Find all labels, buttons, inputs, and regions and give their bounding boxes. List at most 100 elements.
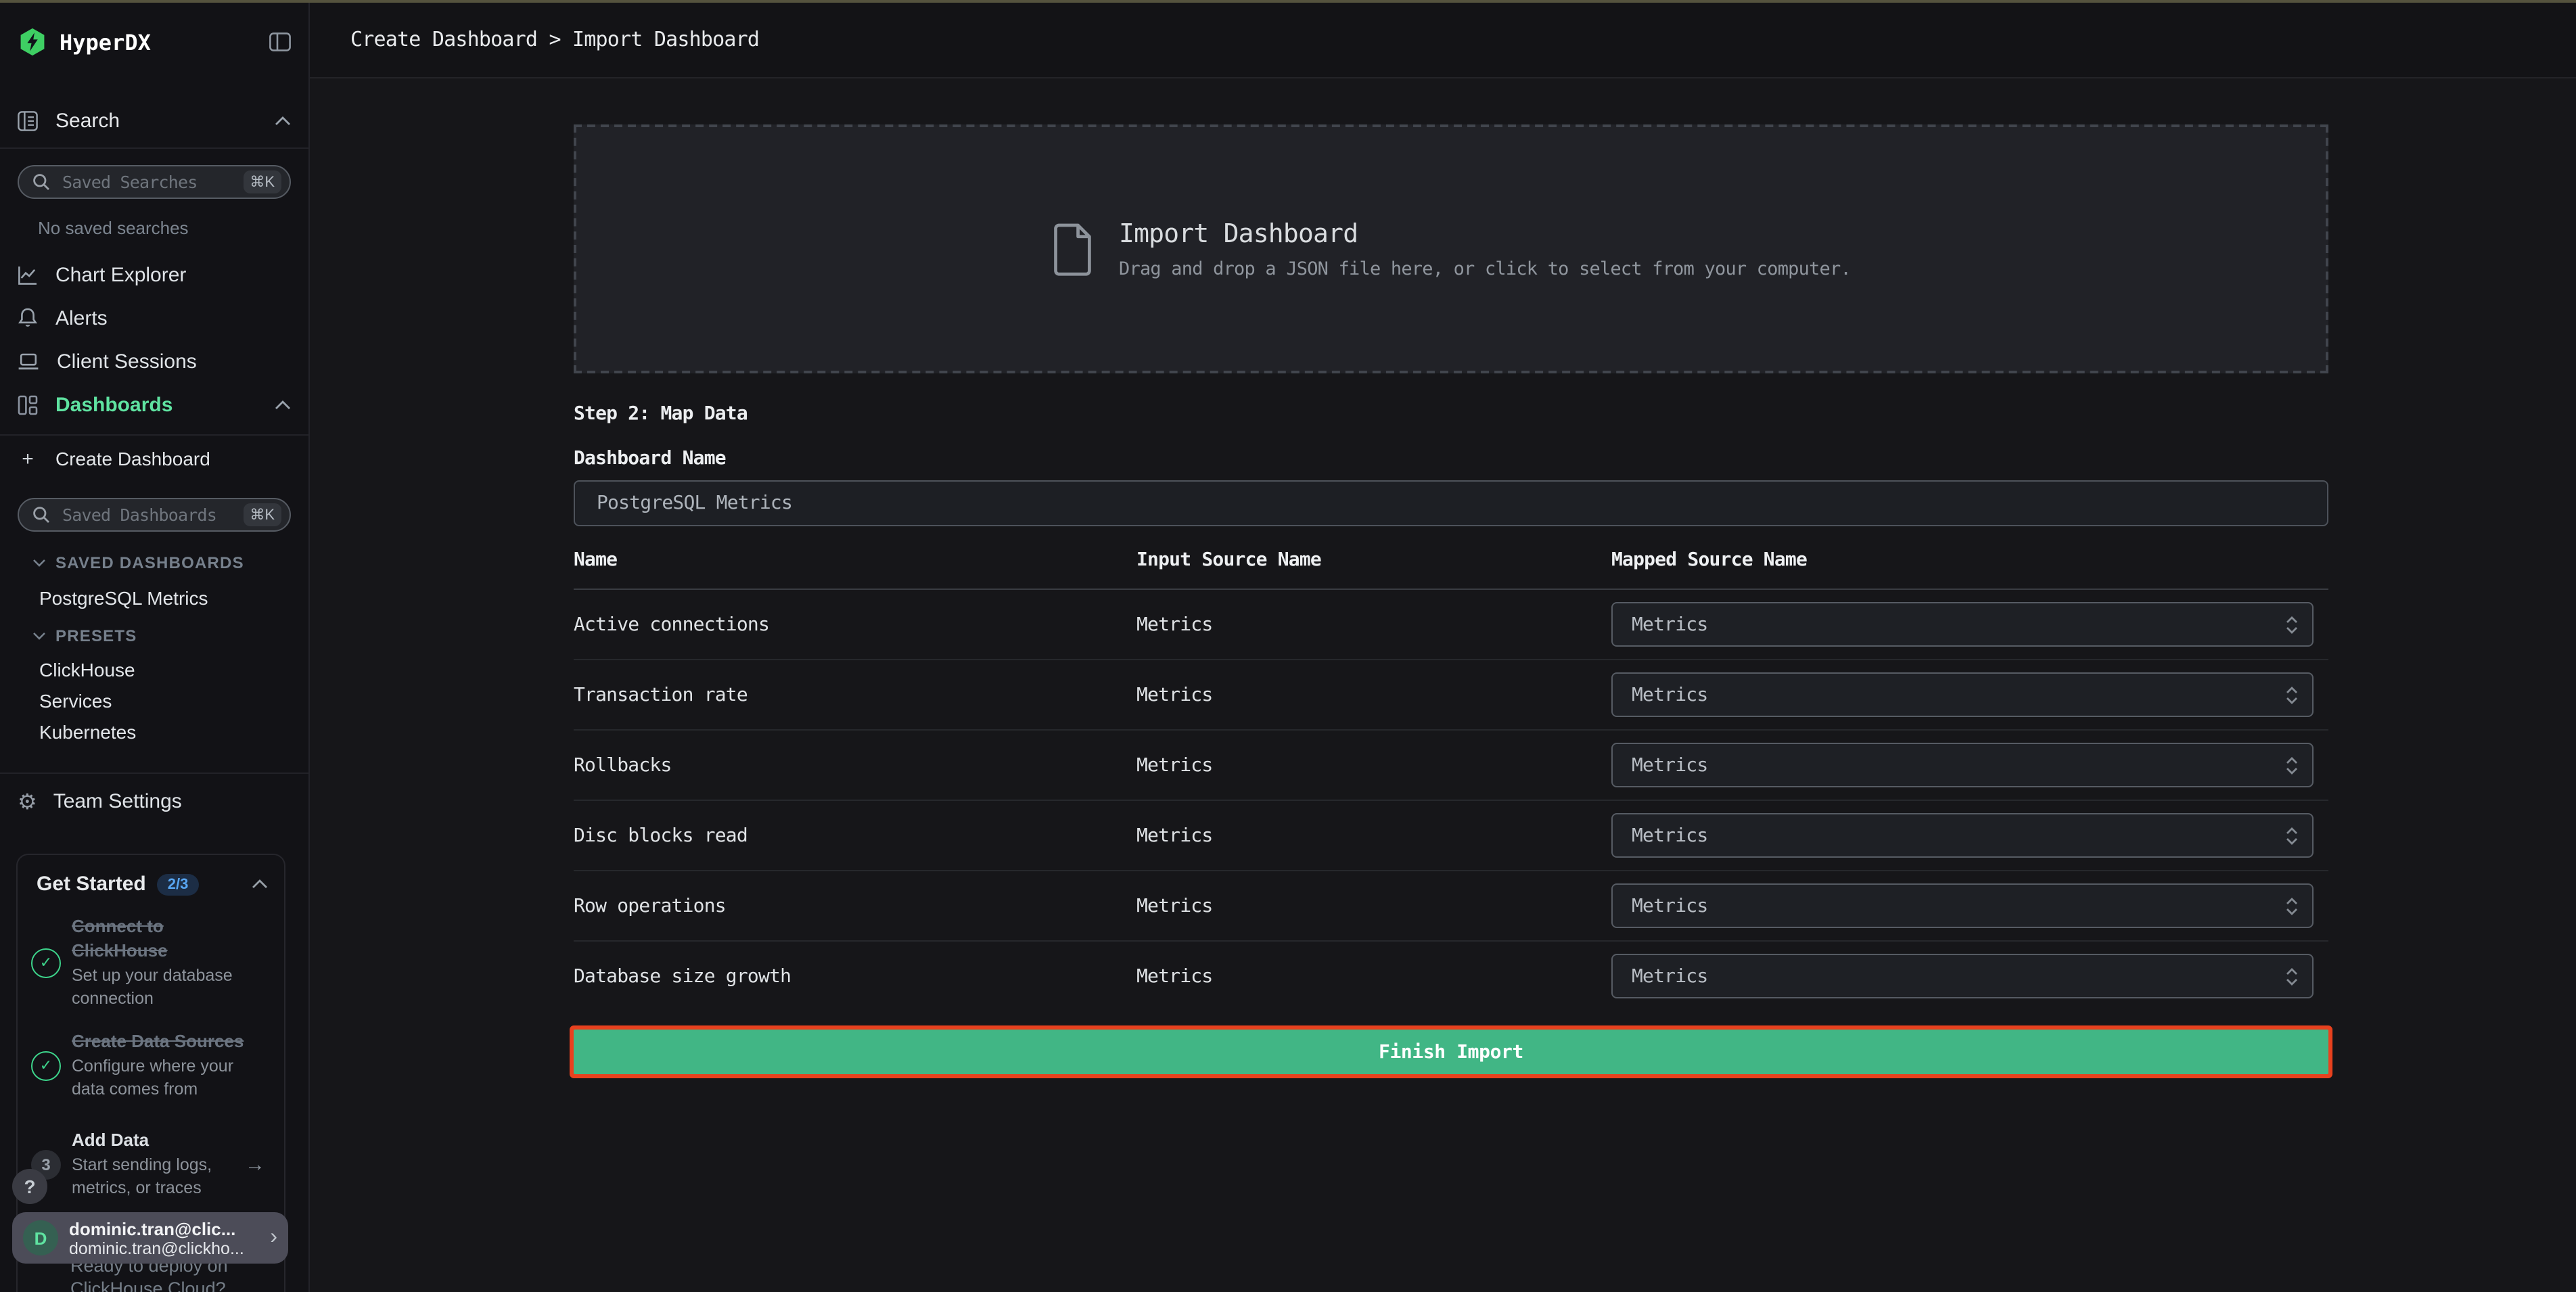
- step-description: Set up your database connection: [72, 965, 258, 1011]
- topbar: Create Dashboard > Import Dashboard: [308, 0, 2576, 78]
- table-header: Name Input Source Name Mapped Source Nam…: [574, 549, 2328, 590]
- step-description: Start sending logs, metrics, or traces: [72, 1154, 258, 1200]
- import-dashboard-content: Import Dashboard Drag and drop a JSON fi…: [574, 124, 2328, 1074]
- preset-item-kubernetes[interactable]: Kubernetes: [39, 720, 308, 744]
- json-dropzone[interactable]: Import Dashboard Drag and drop a JSON fi…: [574, 124, 2328, 373]
- shortcut-badge: ⌘K: [243, 503, 281, 526]
- get-started-step-data-sources[interactable]: ✓ Create Data Sources Configure where yo…: [31, 1030, 271, 1101]
- dropzone-subtitle: Drag and drop a JSON file here, or click…: [1119, 258, 1851, 279]
- finish-import-button[interactable]: Finish Import: [574, 1030, 2328, 1074]
- gear-icon: ⚙: [18, 791, 37, 812]
- select-chevrons-icon: [2285, 826, 2299, 845]
- dashboard-name-label: Dashboard Name: [574, 448, 2328, 469]
- saved-searches-searchbox[interactable]: ⌘K: [18, 165, 291, 199]
- selected-value: Metrics: [1632, 684, 2285, 706]
- chevron-up-icon: [275, 116, 291, 126]
- row-name: Disc blocks read: [574, 825, 1136, 846]
- row-input-source: Metrics: [1136, 754, 1611, 776]
- row-input-source: Metrics: [1136, 614, 1611, 635]
- select-chevrons-icon: [2285, 896, 2299, 915]
- saved-dashboards-searchbox[interactable]: ⌘K: [18, 498, 291, 532]
- preset-item-clickhouse[interactable]: ClickHouse: [39, 657, 308, 682]
- search-icon: [32, 173, 50, 191]
- check-circle-icon: ✓: [31, 948, 61, 977]
- breadcrumb: Create Dashboard > Import Dashboard: [350, 26, 759, 51]
- logo-row: HyperDX: [0, 0, 308, 84]
- mapped-source-select[interactable]: Metrics: [1611, 813, 2314, 858]
- mapped-source-select[interactable]: Metrics: [1611, 602, 2314, 647]
- preset-label: Kubernetes: [39, 721, 136, 743]
- step-title: Add Data: [72, 1130, 149, 1150]
- window-top-edge: [0, 0, 2576, 3]
- search-section-label: Search: [55, 110, 275, 133]
- step-title: Create Data Sources: [72, 1031, 244, 1051]
- step-2-label: Step 2: Map Data: [574, 403, 2328, 425]
- mapped-source-select[interactable]: Metrics: [1611, 743, 2314, 787]
- row-name: Rollbacks: [574, 754, 1136, 776]
- step-title: Connect to ClickHouse: [72, 916, 168, 961]
- bell-icon: [18, 307, 38, 329]
- row-input-source: Metrics: [1136, 895, 1611, 917]
- row-name: Database size growth: [574, 965, 1136, 987]
- sidebar-item-label: Dashboards: [55, 393, 275, 416]
- sidebar-section-search[interactable]: Search: [0, 95, 308, 149]
- create-dashboard-label: Create Dashboard: [55, 448, 210, 469]
- saved-searches-input[interactable]: [60, 170, 243, 193]
- team-settings-button[interactable]: ⚙ Team Settings: [0, 772, 308, 829]
- chevron-right-icon: ›: [270, 1226, 277, 1250]
- column-header-input-source: Input Source Name: [1136, 549, 1611, 571]
- file-icon: [1051, 221, 1097, 277]
- create-dashboard-button[interactable]: + Create Dashboard: [0, 436, 308, 482]
- row-input-source: Metrics: [1136, 825, 1611, 846]
- breadcrumb-create-dashboard[interactable]: Create Dashboard: [350, 26, 537, 51]
- hyperdx-logo-icon: [18, 27, 47, 57]
- avatar: D: [23, 1220, 58, 1255]
- get-started-header[interactable]: Get Started 2/3: [18, 855, 284, 896]
- mapped-source-select[interactable]: Metrics: [1611, 954, 2314, 998]
- user-email: dominic.tran@clickho...: [69, 1239, 264, 1258]
- row-name: Transaction rate: [574, 684, 1136, 706]
- get-started-title: Get Started: [37, 873, 146, 896]
- breadcrumb-import-dashboard[interactable]: Import Dashboard: [572, 26, 759, 51]
- row-input-source: Metrics: [1136, 684, 1611, 706]
- saved-dashboard-item[interactable]: PostgreSQL Metrics: [39, 586, 308, 610]
- dashboard-name-input[interactable]: [574, 480, 2328, 526]
- column-header-mapped-source: Mapped Source Name: [1611, 549, 2328, 571]
- brand-title: HyperDX: [60, 29, 269, 55]
- presets-group-header[interactable]: PRESETS: [32, 624, 308, 648]
- table-row: Active connections Metrics Metrics: [574, 590, 2328, 660]
- user-menu[interactable]: D dominic.tran@clic... dominic.tran@clic…: [12, 1212, 288, 1264]
- chevron-down-icon: [32, 632, 46, 640]
- app-window: HyperDX Search: [0, 0, 2576, 1292]
- mapping-table-body: Active connections Metrics Metrics Trans…: [574, 590, 2328, 1011]
- sidebar-item-label: Chart Explorer: [55, 263, 291, 286]
- selected-value: Metrics: [1632, 965, 2285, 987]
- chevron-up-icon: [275, 400, 291, 409]
- saved-dashboard-label: PostgreSQL Metrics: [39, 587, 208, 609]
- saved-dashboards-group-header[interactable]: SAVED DASHBOARDS: [32, 551, 308, 575]
- chevron-down-icon: [32, 559, 46, 567]
- sidebar-item-chart-explorer[interactable]: Chart Explorer: [0, 253, 308, 296]
- selected-value: Metrics: [1632, 754, 2285, 776]
- preset-label: ClickHouse: [39, 659, 135, 680]
- get-started-step-connect[interactable]: ✓ Connect to ClickHouse Set up your data…: [31, 915, 271, 1011]
- main-area: Create Dashboard > Import Dashboard Impo…: [308, 0, 2576, 1292]
- dashboards-grid-icon: [18, 394, 38, 415]
- arrow-right-icon: →: [245, 1153, 265, 1176]
- table-row: Rollbacks Metrics Metrics: [574, 731, 2328, 801]
- laptop-icon: [18, 352, 39, 370]
- mapped-source-select[interactable]: Metrics: [1611, 672, 2314, 717]
- sidebar-item-client-sessions[interactable]: Client Sessions: [0, 340, 308, 383]
- sidebar-nav: Chart Explorer Alerts Cl: [0, 253, 308, 426]
- get-started-step-add-data[interactable]: 3 Add Data Start sending logs, metrics, …: [31, 1128, 271, 1200]
- mapped-source-select[interactable]: Metrics: [1611, 883, 2314, 928]
- chart-explorer-icon: [18, 264, 38, 285]
- saved-dashboards-input[interactable]: [60, 503, 243, 526]
- sidebar-item-dashboards[interactable]: Dashboards: [0, 383, 308, 426]
- help-button[interactable]: ?: [12, 1169, 47, 1204]
- column-header-name: Name: [574, 549, 1136, 571]
- preset-item-services[interactable]: Services: [39, 689, 308, 713]
- sidebar-item-alerts[interactable]: Alerts: [0, 296, 308, 340]
- collapse-sidebar-icon[interactable]: [269, 32, 291, 51]
- select-chevrons-icon: [2285, 756, 2299, 775]
